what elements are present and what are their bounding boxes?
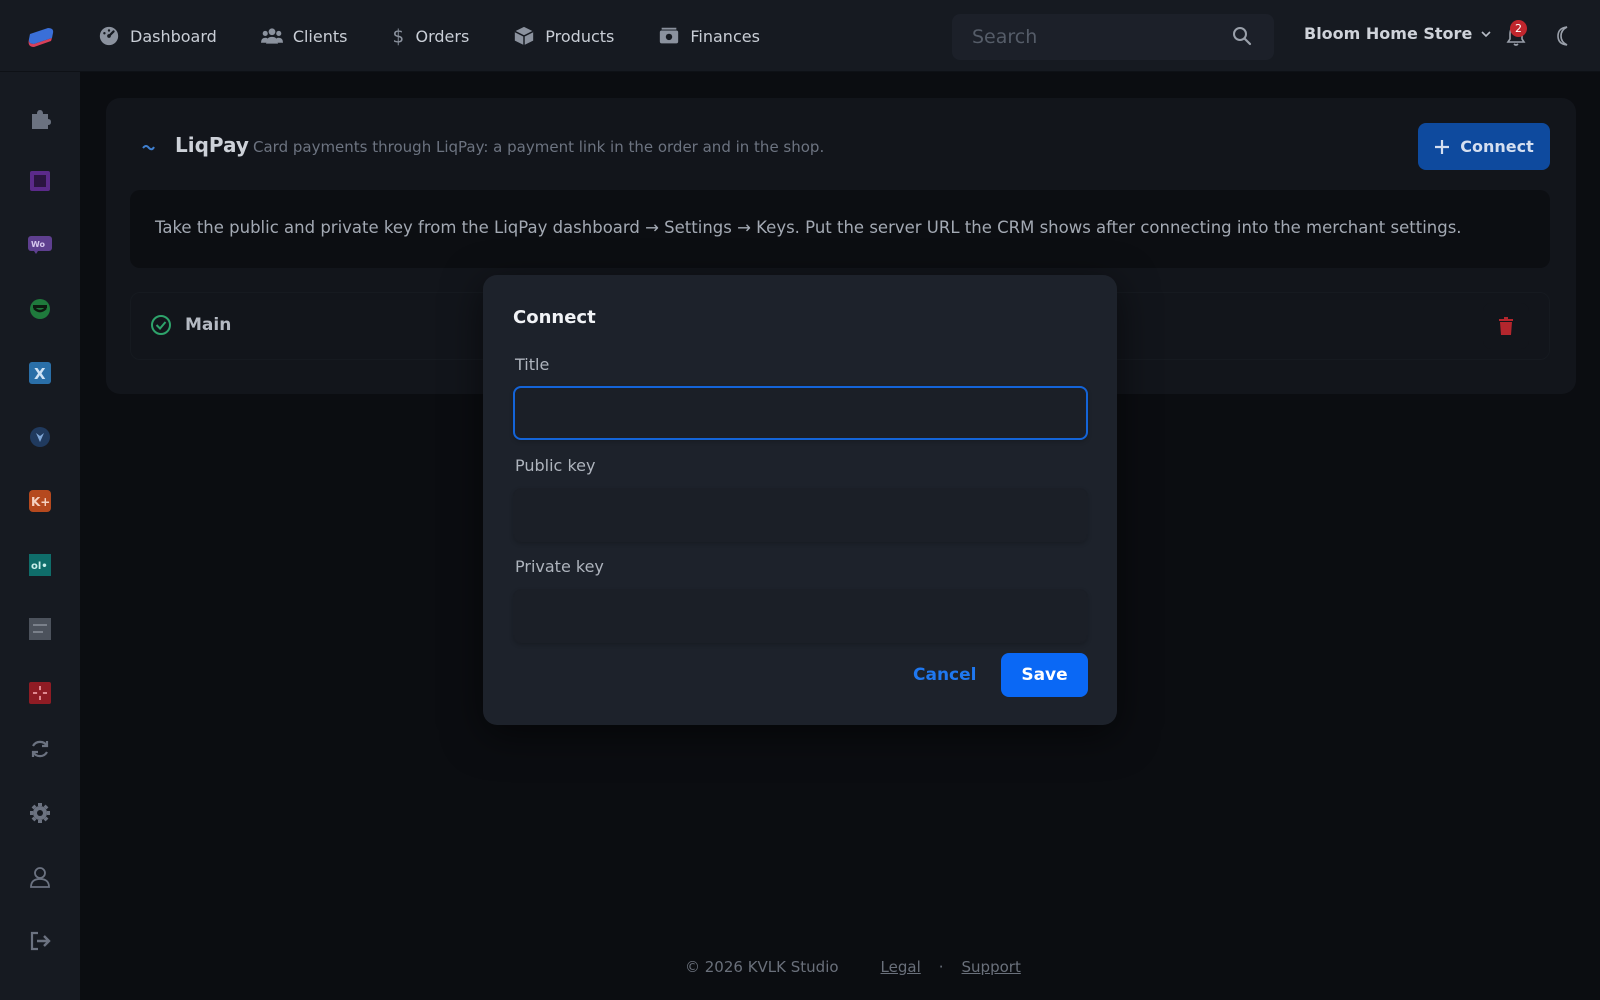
store-selector[interactable]: Bloom Home Store — [1304, 24, 1492, 43]
cancel-button[interactable]: Cancel — [903, 653, 986, 697]
footer-legal-link[interactable]: Legal — [881, 958, 921, 976]
svg-text:X: X — [34, 365, 46, 383]
footer-support-link[interactable]: Support — [962, 958, 1021, 976]
connect-modal: Connect Title Public key Private key Can… — [483, 275, 1117, 725]
refresh-icon[interactable] — [27, 736, 53, 762]
search-icon[interactable] — [1232, 26, 1252, 46]
svg-text:$: $ — [393, 26, 405, 47]
nav-dashboard-label: Dashboard — [130, 26, 217, 46]
connect-button-label: Connect — [1460, 137, 1534, 156]
public-key-field-label: Public key — [515, 456, 596, 475]
green-app-icon[interactable] — [27, 296, 53, 322]
delete-button[interactable] — [1483, 303, 1529, 349]
svg-text:K+: K+ — [31, 495, 50, 509]
nav-clients-label: Clients — [292, 26, 348, 46]
gray-app-icon[interactable] — [27, 616, 53, 642]
logout-icon[interactable] — [27, 928, 53, 954]
chevron-down-icon — [1481, 30, 1491, 37]
nav-orders[interactable]: $ Orders — [391, 25, 469, 47]
connect-button[interactable]: Connect — [1418, 123, 1550, 170]
footer-separator: · — [938, 958, 944, 976]
app-logo[interactable] — [26, 24, 56, 48]
svg-text:Wo: Wo — [31, 240, 46, 249]
woo-icon[interactable]: Wo — [27, 232, 53, 258]
nav-products[interactable]: Products — [513, 25, 614, 47]
modal-title: Connect — [513, 307, 596, 328]
moon-icon[interactable] — [1552, 24, 1576, 48]
top-bar: Dashboard Clients $ Orders Products Fina… — [0, 0, 1600, 72]
liqpay-logo-icon — [142, 145, 155, 151]
puzzle-icon[interactable] — [27, 106, 53, 132]
k-plus-app-icon[interactable]: K+ — [27, 488, 53, 514]
integration-title: LiqPay — [175, 133, 249, 157]
box-icon — [514, 26, 534, 46]
settings-icon[interactable] — [27, 800, 53, 826]
public-key-field[interactable] — [513, 488, 1088, 542]
nav-clients[interactable]: Clients — [260, 25, 348, 47]
user-icon[interactable] — [27, 864, 53, 890]
x-app-icon[interactable]: X — [27, 360, 53, 386]
plus-icon — [1435, 139, 1450, 154]
sidebar: Wo X K+ ol• — [0, 72, 80, 1000]
search-input[interactable] — [952, 15, 1222, 59]
footer-copyright: © 2026 KVLK Studio — [685, 958, 839, 976]
info-box: Take the public and private key from the… — [130, 190, 1550, 268]
svg-text:ol•: ol• — [31, 561, 48, 572]
check-circle-icon — [151, 315, 171, 335]
nav-finances[interactable]: Finances — [658, 25, 760, 47]
dollar-icon: $ — [393, 26, 405, 47]
integration-description: Card payments through LiqPay: a payment … — [253, 138, 825, 156]
trash-icon — [1499, 317, 1513, 335]
connection-name: Main — [185, 315, 232, 335]
save-button[interactable]: Save — [1001, 653, 1088, 697]
store-name: Bloom Home Store — [1304, 24, 1473, 43]
shield-app-icon[interactable] — [27, 424, 53, 450]
nav-finances-label: Finances — [690, 26, 760, 46]
olx-app-icon[interactable]: ol• — [27, 552, 53, 578]
square-app-icon[interactable] — [27, 168, 53, 194]
title-field[interactable] — [513, 386, 1088, 440]
private-key-field-label: Private key — [515, 557, 604, 576]
nav-products-label: Products — [545, 26, 615, 46]
money-icon — [660, 27, 679, 44]
notification-badge: 2 — [1510, 20, 1527, 37]
search-box — [952, 14, 1274, 60]
red-app-icon[interactable] — [27, 680, 53, 706]
nav-orders-label: Orders — [415, 26, 470, 46]
title-field-label: Title — [515, 355, 550, 374]
dashboard-gauge-icon — [99, 26, 119, 46]
private-key-field[interactable] — [513, 589, 1088, 643]
nav-dashboard[interactable]: Dashboard — [98, 25, 217, 47]
main-nav: Dashboard Clients $ Orders Products Fina… — [98, 0, 804, 72]
users-icon — [260, 28, 283, 44]
